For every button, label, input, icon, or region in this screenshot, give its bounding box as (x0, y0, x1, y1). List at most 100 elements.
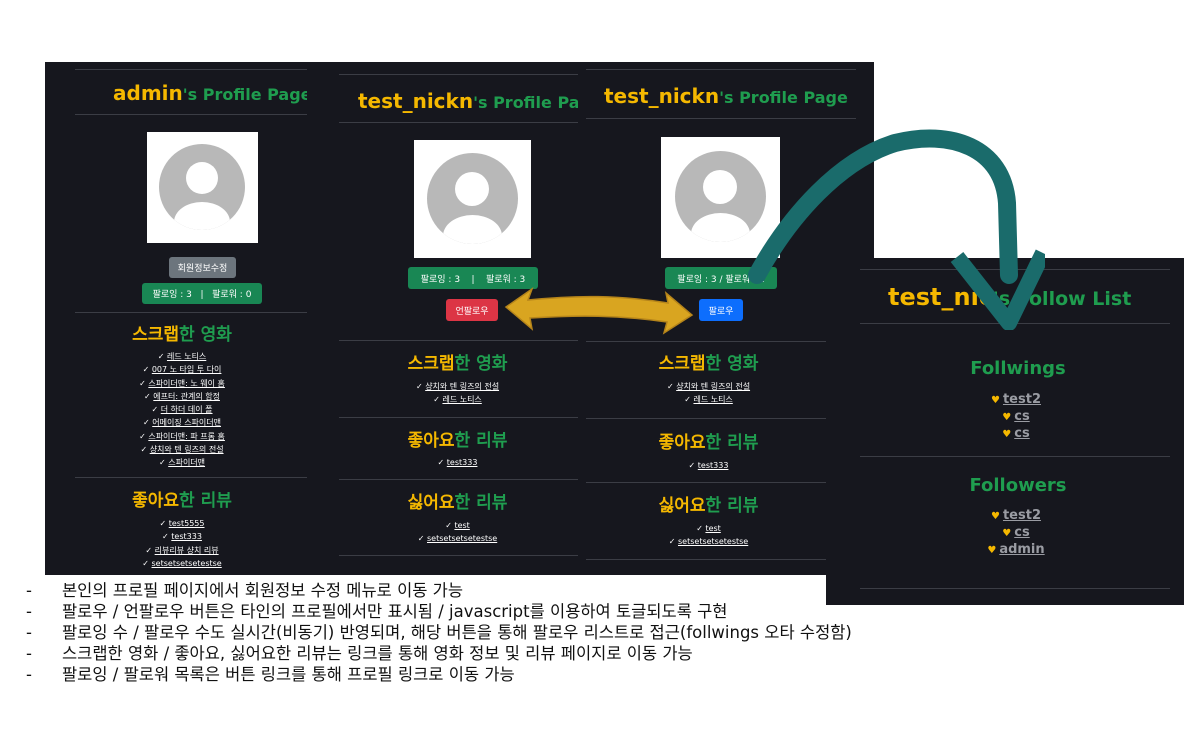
item-link[interactable]: 샹치와 텐 링즈의 전설 (676, 382, 750, 391)
list-item: ✓ 에프터: 관계의 함정 (57, 390, 307, 403)
divider (586, 341, 828, 342)
page-title: admin's Profile Page (113, 81, 307, 105)
page-title: test_nickn's Profile Pag (358, 89, 578, 113)
check-icon: ✓ (139, 378, 149, 388)
item-link[interactable]: test333 (447, 458, 478, 467)
item-link[interactable]: test (454, 521, 469, 530)
user-avatar-icon (147, 132, 258, 243)
item-link[interactable]: setsetsetsetestse (678, 537, 748, 546)
feature-notes: - 본인의 프로필 페이지에서 회원정보 수정 메뉴로 이동 가능 - 팔로우 / 언… (26, 580, 852, 685)
item-link[interactable]: 샹치와 텐 링즈의 전설 (425, 382, 499, 391)
item-link[interactable]: 리뷰리뷰 샹치 리뷰 (155, 546, 219, 555)
item-link[interactable]: test333 (698, 461, 729, 470)
item-link[interactable]: test5555 (169, 519, 205, 528)
item-link[interactable]: 레드 노티스 (693, 395, 732, 404)
scrap-list: ✓ 레드 노티스 ✓ 007 노 타임 투 다이 ✓ 스파이더맨: 노 웨이 홈 ✓ … (45, 350, 307, 470)
list-item: ✓ 샹치와 텐 링즈의 전설 (578, 380, 839, 393)
list-item: ✓ test333 (337, 456, 578, 469)
divider (339, 74, 578, 75)
list-item: ✓ 어메이징 스파이더맨 (57, 416, 307, 429)
follow-stats-button[interactable]: 팔로잉 : 3 | 팔로워 : 0 (142, 283, 262, 304)
user-avatar-icon (414, 140, 531, 258)
profile-link[interactable]: test2 (1003, 392, 1041, 407)
item-link[interactable]: 007 노 타임 투 다이 (152, 365, 222, 374)
heart-icon: ♥ (1002, 412, 1012, 423)
check-icon: ✓ (668, 537, 678, 547)
followers-list: ♥ test2 ♥ cs ♥ admin (826, 508, 1184, 559)
list-item: ✓ 스파이더맨: 노 웨이 홈 (57, 377, 307, 390)
item-link[interactable]: setsetsetsetestse (427, 534, 497, 543)
list-item: ✓ setsetsetsetestse (57, 557, 307, 570)
check-icon: ✓ (142, 558, 152, 568)
divider (586, 418, 828, 419)
check-icon: ✓ (142, 418, 153, 428)
list-item: ✓ test333 (578, 459, 839, 472)
scrap-section-title: 스크랩한 영화 (132, 325, 232, 345)
list-item: ✓ 레드 노티스 (578, 393, 839, 406)
check-icon: ✓ (139, 431, 149, 441)
note-line: - 팔로잉 수 / 팔로우 수도 실시간(비동기) 반영되며, 해당 버튼을 통해… (26, 622, 852, 643)
profile-link[interactable]: cs (1014, 525, 1029, 540)
title-suffix: 's Profile Page (182, 85, 307, 104)
check-icon: ✓ (142, 365, 152, 375)
check-icon: ✓ (415, 382, 426, 391)
profile-link[interactable]: admin (999, 542, 1044, 557)
list-item: ✓ 레드 노티스 (337, 393, 578, 406)
check-icon: ✓ (140, 445, 150, 455)
likes-section-title: 좋아요한 리뷰 (132, 491, 232, 511)
divider (586, 69, 856, 70)
user-list-item: ♥ test2 (848, 508, 1184, 525)
list-item: ✓ test5555 (57, 517, 307, 530)
list-item: ✓ 샹치와 텐 링즈의 전설 (337, 380, 578, 393)
check-icon: ✓ (157, 352, 167, 361)
page-title: test_nickn's Profile Page (604, 84, 848, 108)
item-link[interactable]: 스파이더맨 (168, 458, 205, 467)
item-link[interactable]: 에프터: 관계의 함정 (153, 392, 220, 401)
heart-icon: ♥ (991, 395, 1000, 406)
note-text: 스크랩한 영화 / 좋아요, 싫어요한 리뷰는 링크를 통해 영화 정보 및 리… (62, 644, 693, 663)
note-line: - 팔로우 / 언팔로우 버튼은 타인의 프로필에서만 표시됨 / javascr… (26, 601, 852, 622)
profile-link[interactable]: cs (1014, 426, 1029, 441)
note-text: 팔로우 / 언팔로우 버튼은 타인의 프로필에서만 표시됨 / javascri… (62, 602, 728, 621)
note-line: - 팔로잉 / 팔로워 목록은 버튼 링크를 통해 프로필 링크로 이동 가능 (26, 664, 852, 685)
list-item: ✓ setsetsetsetestse (578, 535, 839, 548)
item-link[interactable]: 레드 노티스 (167, 352, 206, 361)
note-line: - 본인의 프로필 페이지에서 회원정보 수정 메뉴로 이동 가능 (26, 580, 852, 601)
item-link[interactable]: test (705, 524, 720, 533)
list-item: ✓ 샹치와 텐 링즈의 전설 (57, 443, 307, 456)
divider (75, 114, 307, 115)
list-item: ✓ test (578, 522, 839, 535)
profile-link[interactable]: cs (1014, 409, 1029, 424)
note-text: 팔로잉 수 / 팔로우 수도 실시간(비동기) 반영되며, 해당 버튼을 통해 … (62, 623, 852, 642)
list-item: ✓ 스파이더맨 (57, 456, 307, 469)
note-dash: - (26, 602, 32, 621)
check-icon: ✓ (417, 534, 427, 544)
unfollow-button[interactable]: 언팔로우 (446, 299, 498, 321)
user-list-item: ♥ cs (848, 426, 1184, 443)
divider (586, 559, 828, 560)
title-nickname: admin (113, 81, 183, 105)
item-link[interactable]: 더 하더 데이 폴 (161, 405, 213, 414)
followers-title: Followers (969, 475, 1067, 496)
user-list-item: ♥ cs (848, 525, 1184, 542)
item-link[interactable]: 어메이징 스파이더맨 (152, 418, 221, 427)
divider (339, 417, 578, 418)
dislikes-section-title: 싫어요한 리뷰 (407, 493, 508, 513)
check-icon: ✓ (151, 405, 161, 415)
item-link[interactable]: 스파이더맨: 노 웨이 홈 (148, 379, 225, 388)
profile-link[interactable]: test2 (1003, 508, 1041, 523)
follow-button[interactable]: 팔로우 (699, 299, 743, 321)
item-link[interactable]: test333 (171, 532, 202, 541)
note-line: - 스크랩한 영화 / 좋아요, 싫어요한 리뷰는 링크를 통해 영화 정보 및 … (26, 643, 852, 664)
check-icon: ✓ (666, 382, 677, 391)
edit-profile-button[interactable]: 회원정보수정 (169, 257, 236, 278)
user-list-item: ♥ admin (848, 542, 1184, 559)
check-icon: ✓ (144, 391, 154, 401)
divider (75, 477, 307, 478)
heart-icon: ♥ (1002, 528, 1012, 539)
item-link[interactable]: 레드 노티스 (442, 395, 481, 404)
item-link[interactable]: 샹치와 텐 링즈의 전설 (150, 445, 224, 454)
divider (75, 69, 307, 70)
item-link[interactable]: 스파이더맨: 파 프롬 홈 (148, 432, 225, 441)
item-link[interactable]: setsetsetsetestse (152, 559, 222, 568)
